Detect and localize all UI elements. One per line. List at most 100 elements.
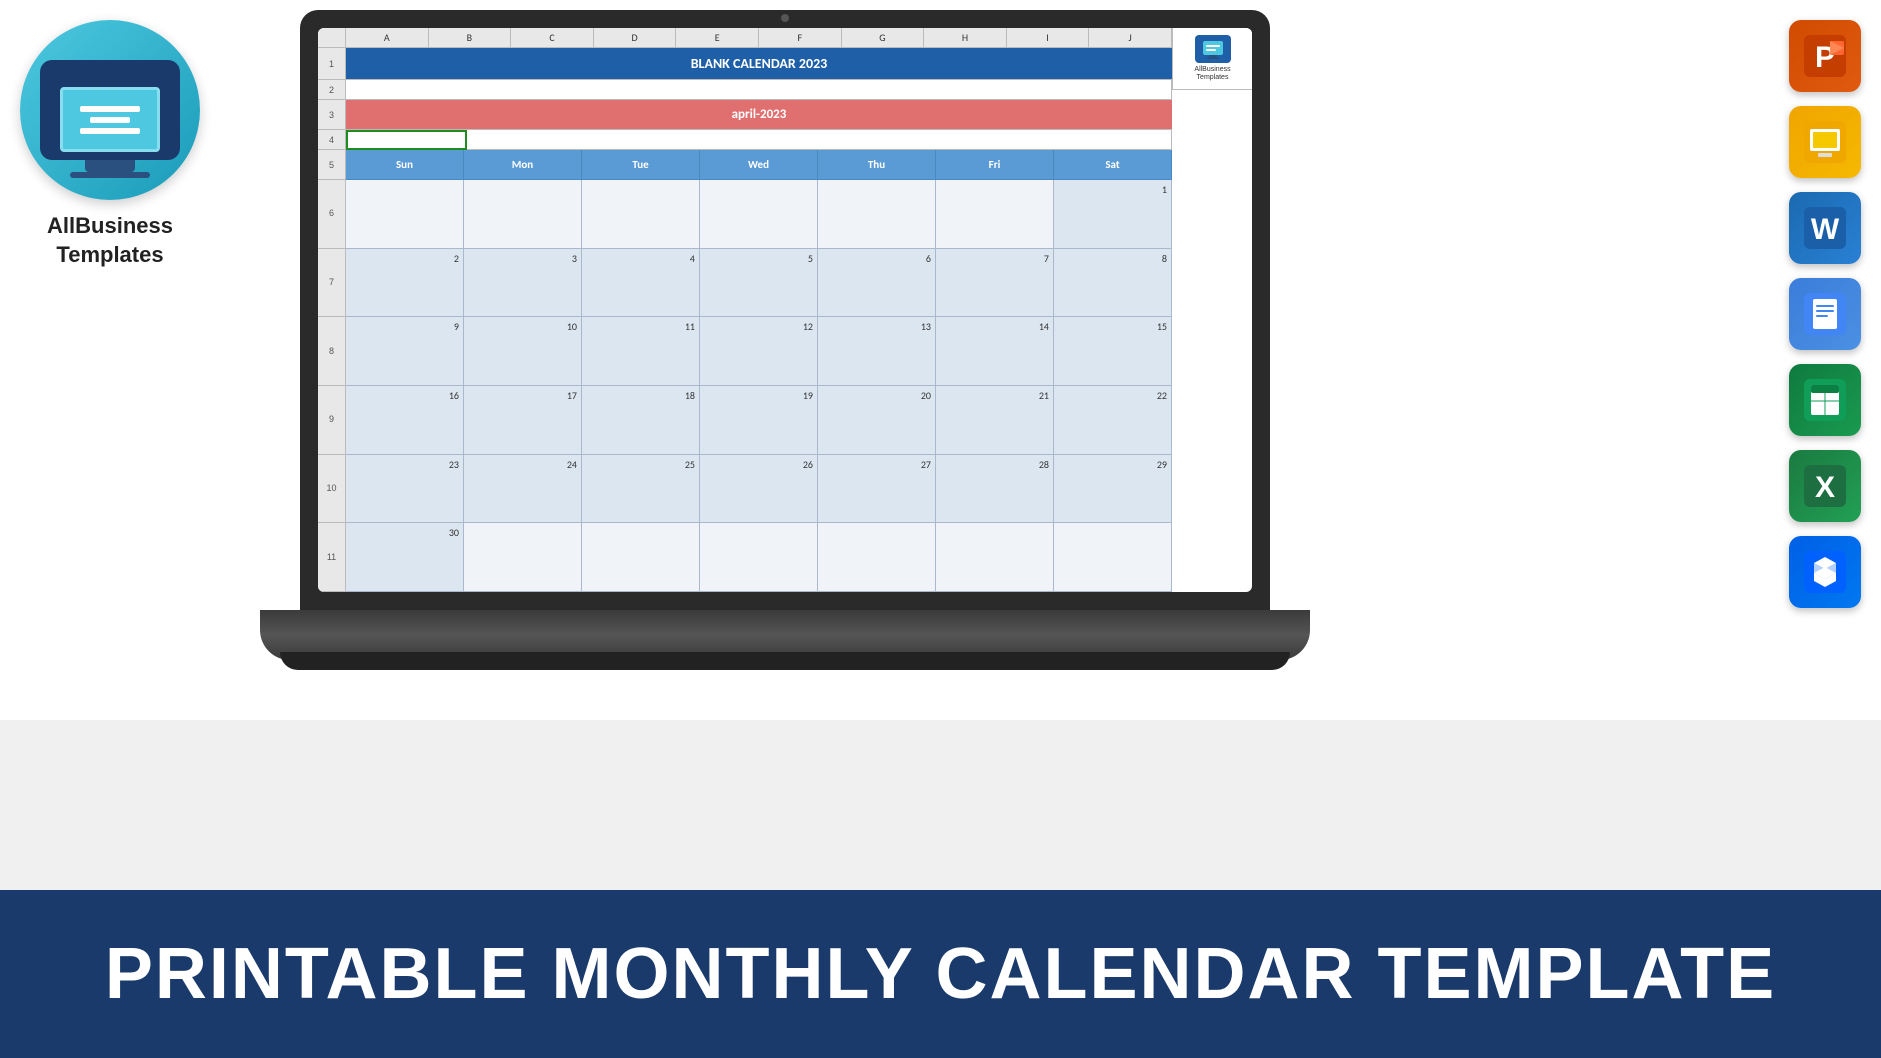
- week2-sun: 2: [346, 249, 464, 318]
- logo-base: [70, 172, 150, 178]
- week2-sat: 8: [1054, 249, 1172, 318]
- ss-body: 1 BLANK CALENDAR 2023 2 3 ap: [318, 48, 1252, 592]
- week-1-rownum: 6: [318, 180, 346, 249]
- col-header-g: G: [842, 28, 925, 47]
- day-7: 7: [1044, 252, 1049, 265]
- week5-mon: 24: [464, 455, 582, 524]
- google-docs-icon[interactable]: [1789, 278, 1861, 350]
- day-21: 21: [1039, 389, 1049, 402]
- laptop-screen-inner: AllBusinessTemplates A B C D E F G H I J: [318, 28, 1252, 592]
- day-29: 29: [1157, 458, 1167, 471]
- day-28: 28: [1039, 458, 1049, 471]
- google-slides-icon[interactable]: [1789, 106, 1861, 178]
- col-header-d: D: [594, 28, 677, 47]
- day-18: 18: [685, 389, 695, 402]
- day-22: 22: [1157, 389, 1167, 402]
- week6-fri: [936, 523, 1054, 592]
- day-2: 2: [454, 252, 459, 265]
- week3-mon: 10: [464, 317, 582, 386]
- week5-thu: 27: [818, 455, 936, 524]
- week-4-rownum: 9: [318, 386, 346, 455]
- row-4-num: 4: [318, 130, 346, 150]
- week4-tue: 18: [582, 386, 700, 455]
- week3-sun: 9: [346, 317, 464, 386]
- day-27: 27: [921, 458, 931, 471]
- week1-tue: [582, 180, 700, 249]
- dropbox-icon[interactable]: [1789, 536, 1861, 608]
- day-4: 4: [690, 252, 695, 265]
- day-header-sat: Sat: [1054, 150, 1172, 180]
- ss-logo-icon: [1195, 35, 1231, 63]
- week6-sun: 30: [346, 523, 464, 592]
- week5-fri: 28: [936, 455, 1054, 524]
- day-8: 8: [1162, 252, 1167, 265]
- col-header-e: E: [676, 28, 759, 47]
- logo-line-2: [90, 117, 130, 123]
- day-11: 11: [685, 320, 695, 333]
- day-13: 13: [921, 320, 931, 333]
- week-row-1: 6 1: [318, 180, 1252, 249]
- week6-wed: [700, 523, 818, 592]
- row-3-num: 3: [318, 100, 346, 130]
- col-header-h: H: [924, 28, 1007, 47]
- day-24: 24: [567, 458, 577, 471]
- svg-text:W: W: [1811, 213, 1840, 246]
- day-header-mon: Mon: [464, 150, 582, 180]
- week1-sat: 1: [1054, 180, 1172, 249]
- day-1: 1: [1162, 183, 1167, 196]
- day-19: 19: [803, 389, 813, 402]
- week6-sat: [1054, 523, 1172, 592]
- week3-thu: 13: [818, 317, 936, 386]
- week1-sun: [346, 180, 464, 249]
- logo-stand: [85, 160, 135, 172]
- laptop-base-bottom: [280, 652, 1290, 670]
- day-23: 23: [449, 458, 459, 471]
- logo-screen: [60, 87, 160, 152]
- day-25: 25: [685, 458, 695, 471]
- day-9: 9: [454, 320, 459, 333]
- row-2-cell: [346, 80, 1172, 100]
- day-3: 3: [572, 252, 577, 265]
- week2-mon: 3: [464, 249, 582, 318]
- laptop-container: AllBusinessTemplates A B C D E F G H I J: [260, 10, 1310, 690]
- col-header-f: F: [759, 28, 842, 47]
- month-header-row: 3 april-2023: [318, 100, 1252, 130]
- col-header-i: I: [1007, 28, 1090, 47]
- day-header-tue: Tue: [582, 150, 700, 180]
- week4-thu: 20: [818, 386, 936, 455]
- col-header-j: J: [1089, 28, 1172, 47]
- google-sheets-icon[interactable]: [1789, 364, 1861, 436]
- week5-wed: 26: [700, 455, 818, 524]
- banner-text: PRINTABLE MONTHLY CALENDAR TEMPLATE: [105, 933, 1776, 1015]
- week2-wed: 5: [700, 249, 818, 318]
- week5-sun: 23: [346, 455, 464, 524]
- week2-fri: 7: [936, 249, 1054, 318]
- day-16: 16: [449, 389, 459, 402]
- logo-line-1: [80, 106, 140, 112]
- day-14: 14: [1039, 320, 1049, 333]
- week3-tue: 11: [582, 317, 700, 386]
- bottom-banner: PRINTABLE MONTHLY CALENDAR TEMPLATE: [0, 890, 1881, 1058]
- day-6: 6: [926, 252, 931, 265]
- week-row-5: 10 23 24 25 26 27 28 29: [318, 455, 1252, 524]
- excel-icon[interactable]: X: [1789, 450, 1861, 522]
- day-12: 12: [803, 320, 813, 333]
- laptop-notch: [781, 14, 789, 22]
- title-content: BLANK CALENDAR 2023: [346, 48, 1172, 80]
- row-2-num: 2: [318, 80, 346, 100]
- day-header-wed: Wed: [700, 150, 818, 180]
- row-4-cell-b: [467, 130, 1172, 150]
- week-row-4: 9 16 17 18 19 20 21 22: [318, 386, 1252, 455]
- svg-text:X: X: [1815, 471, 1835, 504]
- spreadsheet: AllBusinessTemplates A B C D E F G H I J: [318, 28, 1252, 592]
- week3-fri: 14: [936, 317, 1054, 386]
- day-headers-row: 5 Sun Mon Tue Wed Thu Fri Sat: [318, 150, 1252, 180]
- week4-sun: 16: [346, 386, 464, 455]
- week4-mon: 17: [464, 386, 582, 455]
- week4-sat: 22: [1054, 386, 1172, 455]
- week1-fri: [936, 180, 1054, 249]
- word-icon[interactable]: W: [1789, 192, 1861, 264]
- day-header-sun: Sun: [346, 150, 464, 180]
- powerpoint-icon[interactable]: P: [1789, 20, 1861, 92]
- week-row-2: 7 2 3 4 5 6 7 8: [318, 249, 1252, 318]
